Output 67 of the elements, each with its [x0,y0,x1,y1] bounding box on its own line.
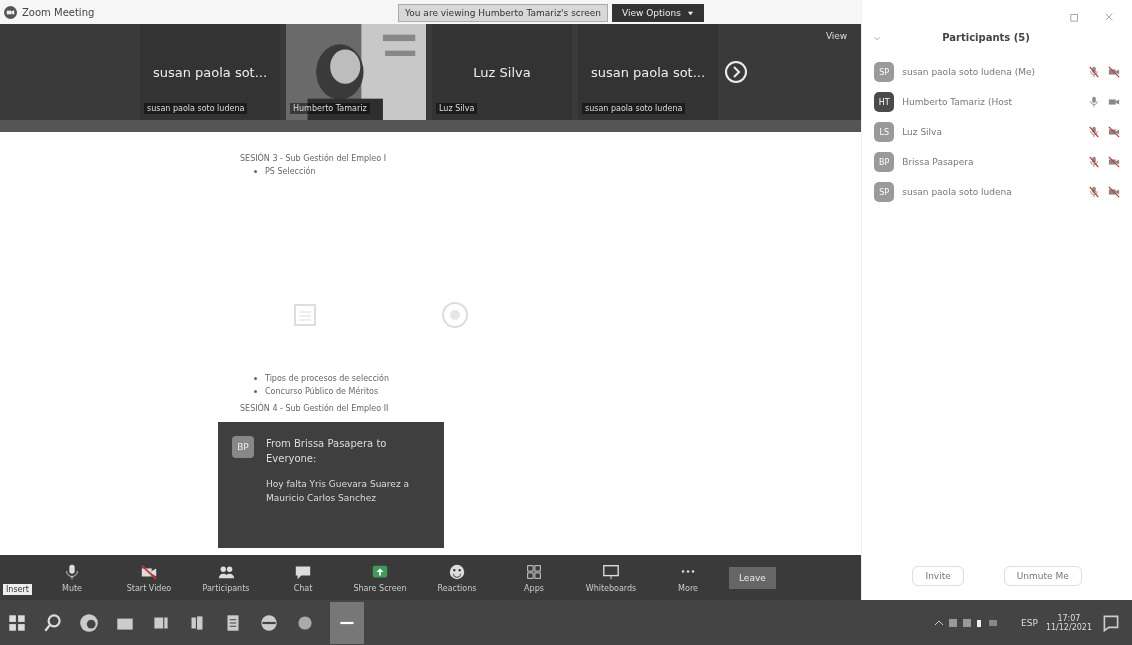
toolbar-button[interactable]: Reactions [421,562,493,593]
whiteboard-icon [602,562,620,581]
more-icon [679,568,697,574]
camera-logo-icon [4,5,17,19]
window-title: Zoom Meeting [22,6,95,18]
chat-notification[interactable]: BP From Brissa Pasapera to Everyone: Hoy falta Yris Guevara Suarez a Mauricio Carlos Sanchez [218,422,444,548]
bullet-icon [254,377,257,380]
toolbar-button[interactable]: Whiteboards [575,562,647,593]
toolbar-button[interactable]: Start Video [113,562,185,593]
browser-icon[interactable] [78,611,100,634]
participant-name: susan paola soto ludena (Me) [902,67,1036,77]
tile-label: susan paola soto ludena [144,103,248,114]
tooltip: Insert [3,584,32,595]
toolbar-button[interactable]: Chat [267,562,339,593]
apps-grid-icon [525,562,543,581]
avatar: BP [874,152,895,172]
section-heading: SESIÓN 3 - Sub Gestión del Empleo I [240,154,387,163]
participant-name: Luz Silva [473,64,531,80]
toolbar-button[interactable]: More [652,562,724,593]
participant-row[interactable]: BP Brissa Pasapera [862,147,1132,177]
clock-date: 11/12/2021 [1045,622,1092,632]
toolbar-button[interactable]: Participants [190,562,262,593]
toolbar-button[interactable]: Mute [36,562,108,593]
view-button[interactable]: View [819,30,854,42]
list-item: Tipos de procesos de selección [265,374,390,383]
participant-name: susan paola sot... [152,64,268,80]
panel-title: Participants (5) [942,32,1030,43]
bullet-icon [254,390,257,393]
participant-row[interactable]: SP susan paola soto ludena [862,177,1132,207]
list-item: PS Selección [265,167,316,176]
panel-button[interactable]: Unmute Me [1003,566,1082,586]
participant-name: Brissa Pasapera [902,157,975,167]
sender-avatar: BP [232,436,254,458]
tile-label: Luz Silva [436,103,478,114]
section-heading: SESIÓN 4 - Sub Gestión del Empleo II [240,404,390,413]
clock-time: 17:07 [1057,613,1081,623]
language-indicator[interactable]: ESP [1021,617,1038,628]
leave-button[interactable]: Leave [729,566,776,589]
participant-name: susan paola sot... [590,64,706,80]
participant-row[interactable]: HT Humberto Tamariz (Host [862,87,1132,117]
participant-row[interactable]: LS Luz Silva [862,117,1132,147]
active-app-icon[interactable] [330,601,364,644]
participant-row[interactable]: SP susan paola soto ludena (Me) [862,57,1132,87]
participant-name: susan paola soto ludena [902,187,1013,197]
avatar: LS [874,122,895,142]
viewing-banner: You are viewing Humberto Tamariz's screen [398,4,609,22]
avatar: HT [874,92,895,112]
caret-icon [687,9,694,17]
list-item: Concurso Público de Méritos [265,387,379,396]
panel-button[interactable]: Invite [912,566,964,586]
avatar: SP [874,182,895,202]
smiley-icon [448,562,466,581]
toolbar-button[interactable]: Apps [498,562,570,593]
camera-off-icon [140,562,158,581]
tile-label: Humberto Tamariz [290,103,370,114]
chat-sender: From Brissa Pasapera to Everyone: [266,437,388,466]
tile-label: susan paola soto ludena [582,103,686,114]
chat-message: Hoy falta Yris Guevara Suarez a Mauricio Carlos Sanchez [266,478,410,505]
search-icon[interactable] [42,611,64,634]
bullet-icon [254,170,257,173]
toolbar-button[interactable]: Share Screen [344,562,416,593]
view-options-button[interactable]: View Options [612,4,704,22]
participant-name: Humberto Tamariz (Host [902,97,1013,107]
avatar: SP [874,62,895,82]
participant-name: Luz Silva [902,127,943,137]
emblem-icon [440,300,470,330]
microphone-icon [63,562,81,581]
